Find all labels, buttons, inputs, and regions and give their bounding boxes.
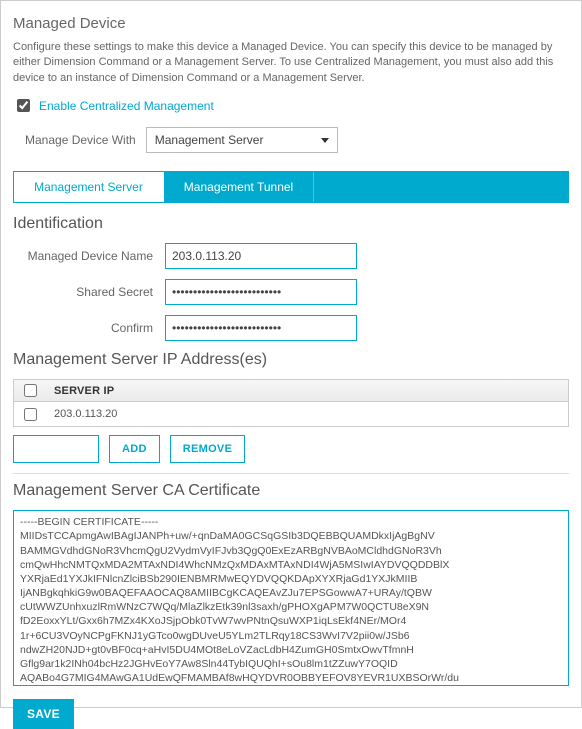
- confirm-label: Confirm: [13, 321, 165, 335]
- identification-heading: Identification: [13, 215, 569, 233]
- server-ip-cell: 203.0.113.20: [54, 408, 117, 420]
- chevron-down-icon: [321, 138, 329, 143]
- tab-management-server[interactable]: Management Server: [14, 172, 164, 202]
- page-description: Configure these settings to make this de…: [13, 40, 569, 86]
- manage-with-label: Manage Device With: [25, 133, 136, 147]
- tab-bar: Management Server Management Tunnel: [13, 171, 569, 203]
- add-server-input[interactable]: [13, 435, 99, 463]
- device-name-label: Managed Device Name: [13, 249, 165, 263]
- add-button[interactable]: ADD: [109, 435, 160, 463]
- enable-centralized-label: Enable Centralized Management: [39, 99, 214, 113]
- server-row-checkbox[interactable]: [24, 408, 37, 421]
- server-select-all-checkbox[interactable]: [24, 384, 37, 397]
- table-row[interactable]: 203.0.113.20: [14, 402, 568, 426]
- tab-filler: [314, 172, 568, 202]
- divider: [13, 473, 569, 474]
- confirm-input[interactable]: [165, 315, 357, 341]
- server-table: SERVER IP 203.0.113.20: [13, 379, 569, 427]
- tab-management-tunnel[interactable]: Management Tunnel: [164, 172, 314, 202]
- certificate-textarea[interactable]: [13, 510, 569, 686]
- save-button[interactable]: SAVE: [13, 699, 74, 729]
- servers-heading: Management Server IP Address(es): [13, 351, 569, 369]
- remove-button[interactable]: REMOVE: [170, 435, 245, 463]
- device-name-input[interactable]: [165, 243, 357, 269]
- manage-with-value: Management Server: [155, 133, 264, 147]
- shared-secret-label: Shared Secret: [13, 285, 165, 299]
- page-title: Managed Device: [13, 15, 569, 32]
- shared-secret-input[interactable]: [165, 279, 357, 305]
- cert-heading: Management Server CA Certificate: [13, 482, 569, 500]
- server-ip-column-header: SERVER IP: [54, 385, 114, 397]
- manage-with-select[interactable]: Management Server: [146, 127, 338, 153]
- enable-centralized-checkbox[interactable]: [17, 99, 30, 112]
